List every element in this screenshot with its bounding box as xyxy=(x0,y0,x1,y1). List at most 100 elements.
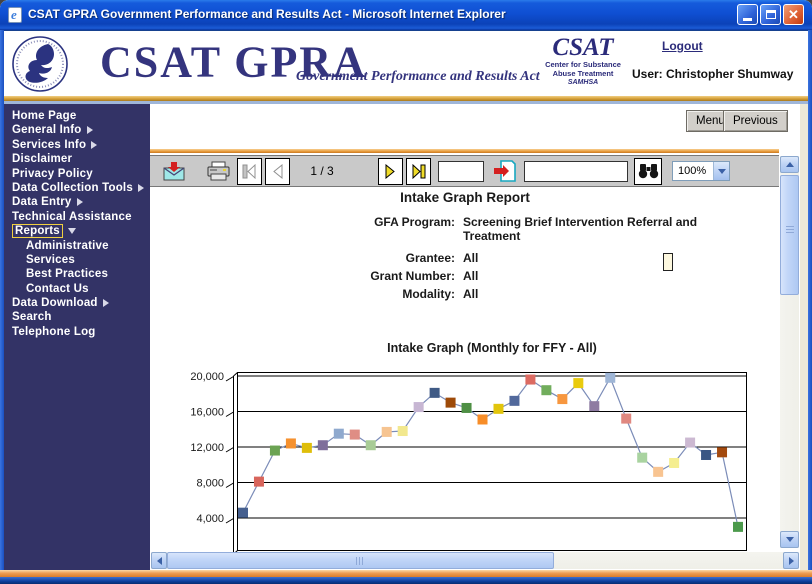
sidebar-item-label: Best Practices xyxy=(26,268,108,280)
next-page-button[interactable] xyxy=(378,158,403,185)
sidebar-item-label: Services xyxy=(26,254,75,266)
previous-button[interactable]: Previous xyxy=(723,110,788,132)
last-page-button[interactable] xyxy=(406,158,431,185)
csat-logo-line2: Center for Substance xyxy=(541,60,625,69)
search-binoculars-icon xyxy=(638,163,659,179)
logged-in-user: User: Christopher Shumway xyxy=(632,67,793,81)
field-value: All xyxy=(463,287,721,301)
sidebar-item-label: Services Info xyxy=(12,139,86,151)
svg-text:4,000: 4,000 xyxy=(196,513,224,525)
sidebar-item-data-entry[interactable]: Data Entry xyxy=(4,196,150,210)
next-page-icon xyxy=(384,164,397,179)
sidebar-item-label: Privacy Policy xyxy=(12,168,93,180)
zoom-select[interactable]: 100% xyxy=(672,161,730,181)
sidebar-item-label: Disclaimer xyxy=(12,153,72,165)
search-button[interactable] xyxy=(634,158,662,185)
hhs-eagle-logo xyxy=(10,33,70,95)
field-value: Screening Brief Intervention Referral an… xyxy=(463,215,721,243)
intake-line-chart: Intake Graph (Monthly for FFY - All) 20,0… xyxy=(190,336,790,558)
scroll-right-button[interactable] xyxy=(783,552,799,569)
field-label: GFA Program: xyxy=(150,215,455,243)
horizontal-scroll-thumb[interactable] xyxy=(167,552,554,569)
report-field-row: Grantee:All xyxy=(150,251,780,265)
sidebar-item-label: Telephone Log xyxy=(12,326,96,338)
sidebar-item-label: Home Page xyxy=(12,110,76,122)
print-icon xyxy=(206,161,231,181)
maximize-button[interactable] xyxy=(760,4,781,25)
sidebar-item-telephone-log[interactable]: Telephone Log xyxy=(4,326,150,340)
svg-text:20,000: 20,000 xyxy=(190,371,224,383)
last-page-icon xyxy=(411,164,426,179)
expanded-arrow-icon xyxy=(68,228,76,234)
sidebar-item-label: Contact Us xyxy=(26,283,89,295)
report-title: Intake Graph Report xyxy=(150,190,780,205)
page-indicator: 1 / 3 xyxy=(302,164,342,178)
prev-page-button[interactable] xyxy=(265,158,290,185)
close-button[interactable]: ✕ xyxy=(783,4,804,25)
submenu-arrow-icon xyxy=(87,126,93,134)
csat-logo-line3: Abuse Treatment xyxy=(541,69,625,78)
scroll-down-button[interactable] xyxy=(780,531,799,548)
minimize-button[interactable] xyxy=(737,4,758,25)
submenu-arrow-icon xyxy=(138,184,144,192)
goto-page-input[interactable] xyxy=(438,161,484,182)
field-label: Modality: xyxy=(150,287,455,301)
goto-page-icon xyxy=(493,160,517,182)
sidebar-item-contact-us[interactable]: Contact Us xyxy=(4,283,150,297)
title-bar: e CSAT GPRA Government Performance and R… xyxy=(0,0,812,30)
app-header: CSAT GPRA Government Performance and Res… xyxy=(4,30,808,96)
print-button[interactable] xyxy=(205,161,231,181)
report-field-row: Grant Number:All xyxy=(150,269,780,283)
logout-link[interactable]: Logout xyxy=(662,39,703,53)
svg-text:12,000: 12,000 xyxy=(190,442,224,454)
sidebar-item-general-info[interactable]: General Info xyxy=(4,124,150,138)
sidebar-item-services-info[interactable]: Services Info xyxy=(4,139,150,153)
zoom-dropdown-icon[interactable] xyxy=(713,162,729,180)
bottom-orange-band xyxy=(0,570,812,577)
horizontal-scrollbar[interactable] xyxy=(151,552,799,569)
svg-text:16,000: 16,000 xyxy=(190,407,224,419)
window-border-right xyxy=(808,30,812,570)
sidebar-item-label: Data Collection Tools xyxy=(12,182,133,194)
report-artifact-box xyxy=(663,253,673,271)
sidebar-item-label: Data Download xyxy=(12,297,98,309)
sidebar-item-reports[interactable]: Reports xyxy=(4,225,150,239)
window-title: CSAT GPRA Government Performance and Res… xyxy=(28,7,506,21)
sidebar-item-search[interactable]: Search xyxy=(4,311,150,325)
sidebar-item-home-page[interactable]: Home Page xyxy=(4,110,150,124)
field-label: Grantee: xyxy=(150,251,455,265)
export-button[interactable] xyxy=(162,162,186,181)
sidebar-item-disclaimer[interactable]: Disclaimer xyxy=(4,153,150,167)
sidebar-item-label: Data Entry xyxy=(12,196,72,208)
submenu-arrow-icon xyxy=(77,198,83,206)
sidebar-item-label: General Info xyxy=(12,124,82,136)
vertical-scroll-thumb[interactable] xyxy=(780,175,799,295)
goto-page-button[interactable] xyxy=(492,160,518,182)
brand-tagline: Government Performance and Results Act xyxy=(296,69,540,85)
internet-explorer-icon: e xyxy=(8,7,22,23)
sidebar-item-data-collection-tools[interactable]: Data Collection Tools xyxy=(4,182,150,196)
sidebar-item-administrative[interactable]: Administrative xyxy=(4,240,150,254)
submenu-arrow-icon xyxy=(103,299,109,307)
browser-window: e CSAT GPRA Government Performance and R… xyxy=(0,0,812,584)
csat-logo-line4: SAMHSA xyxy=(541,78,625,87)
first-page-button[interactable] xyxy=(237,158,262,185)
svg-text:Intake Graph (Monthly for FFY: Intake Graph (Monthly for FFY - All) xyxy=(387,341,597,355)
sidebar-item-data-download[interactable]: Data Download xyxy=(4,297,150,311)
search-input[interactable] xyxy=(524,161,628,182)
sidebar-nav: Home Page General Info Services Info Discla… xyxy=(4,104,150,570)
vertical-scrollbar[interactable] xyxy=(780,156,799,548)
first-page-icon xyxy=(242,164,257,179)
scroll-up-button[interactable] xyxy=(780,156,799,173)
field-label: Grant Number: xyxy=(150,269,455,283)
scroll-left-button[interactable] xyxy=(151,552,167,569)
report-field-row: GFA Program: Screening Brief Intervention… xyxy=(150,215,780,243)
sidebar-item-best-practices[interactable]: Best Practices xyxy=(4,268,150,282)
sidebar-item-label: Reports xyxy=(12,224,63,238)
sidebar-item-services[interactable]: Services xyxy=(4,254,150,268)
svg-text:8,000: 8,000 xyxy=(196,478,224,490)
submenu-arrow-icon xyxy=(91,141,97,149)
sidebar-item-technical-assistance[interactable]: Technical Assistance xyxy=(4,211,150,225)
export-icon xyxy=(163,162,186,181)
sidebar-item-privacy-policy[interactable]: Privacy Policy xyxy=(4,168,150,182)
